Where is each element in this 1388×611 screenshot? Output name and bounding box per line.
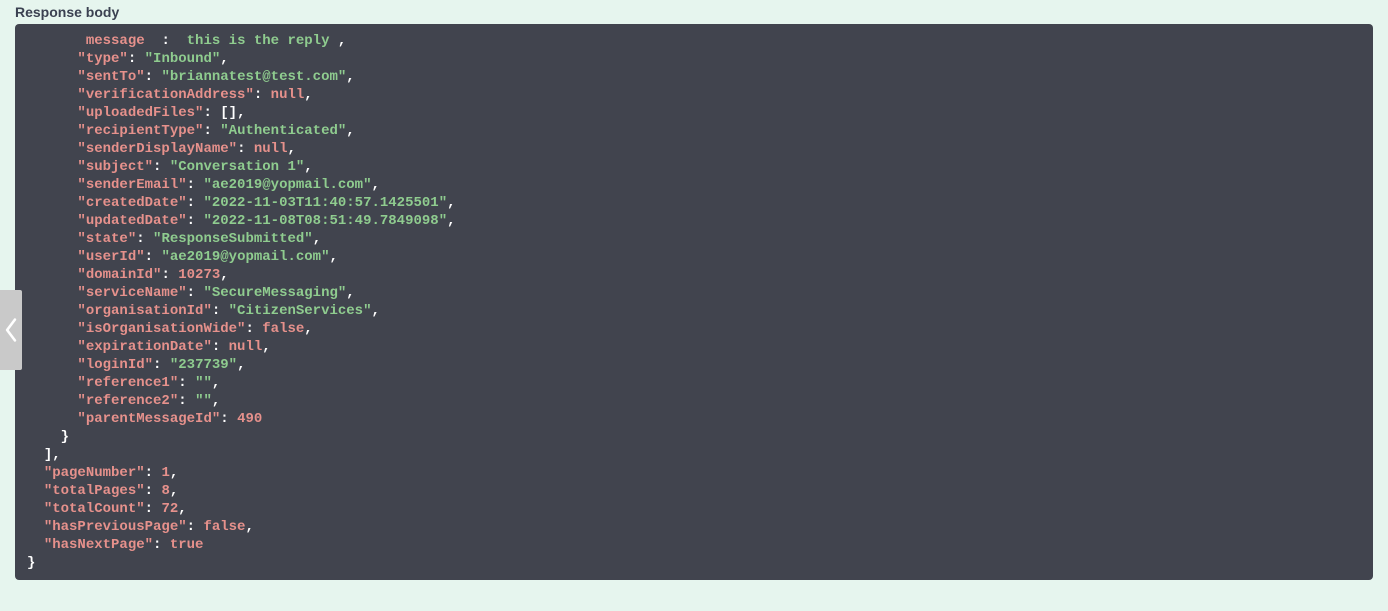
response-body-code[interactable]: message : this is the reply , "type": "I… — [15, 24, 1373, 580]
json-content: message : this is the reply , "type": "I… — [27, 32, 1361, 572]
chevron-left-icon — [4, 317, 18, 343]
side-collapse-tab[interactable] — [0, 290, 22, 370]
section-header: Response body — [0, 0, 1388, 24]
